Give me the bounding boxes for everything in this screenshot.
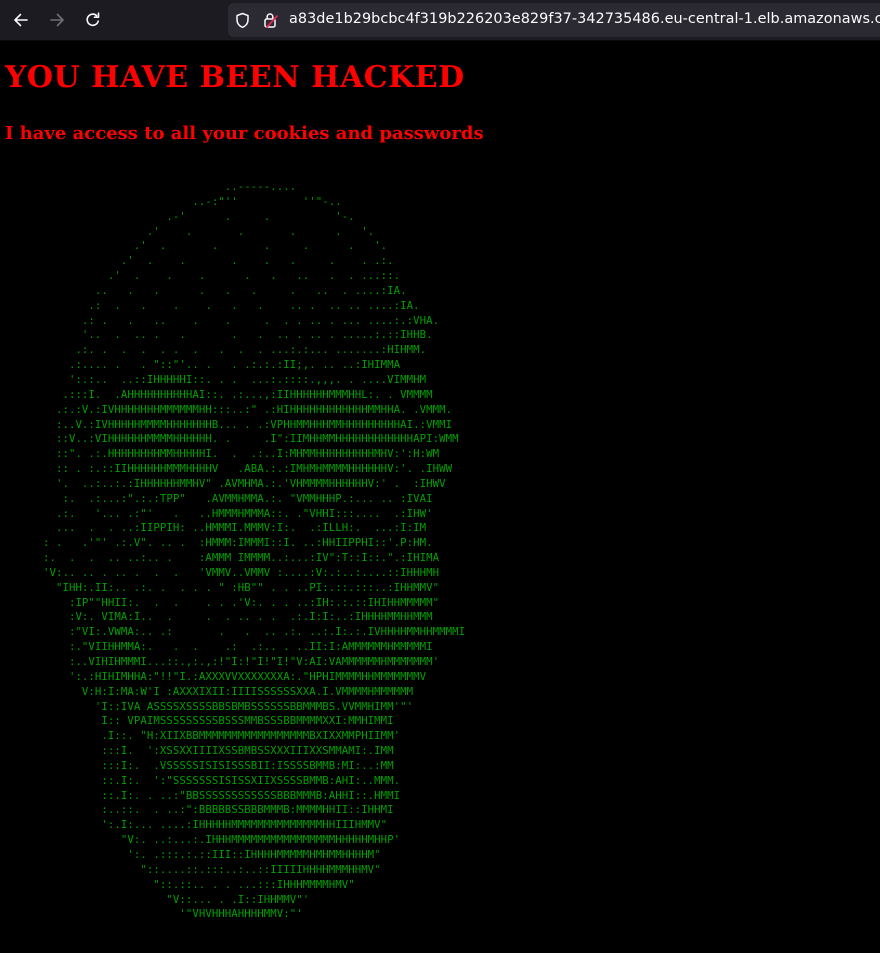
back-button[interactable] xyxy=(9,8,33,32)
reload-icon xyxy=(86,12,100,27)
reload-button[interactable] xyxy=(81,8,105,32)
shield-icon[interactable] xyxy=(234,12,251,29)
browser-toolbar: a83de1b29bcbc4f319b226203e829f37-3427354… xyxy=(0,0,880,41)
lock-warning-icon[interactable] xyxy=(262,11,280,29)
arrow-left-icon xyxy=(14,13,28,27)
forward-button[interactable] xyxy=(45,8,69,32)
arrow-right-icon xyxy=(50,13,64,27)
page-subtitle: I have access to all your cookies and pa… xyxy=(5,123,484,144)
address-bar[interactable]: a83de1b29bcbc4f319b226203e829f37-3427354… xyxy=(228,3,880,37)
page-title: YOU HAVE BEEN HACKED xyxy=(5,60,465,95)
url-text[interactable]: a83de1b29bcbc4f319b226203e829f37-3427354… xyxy=(289,11,880,27)
page-content: YOU HAVE BEEN HACKED I have access to al… xyxy=(0,40,880,953)
ascii-art-skull: ..-----.... ..-:"'' ''"-.. .-' . . '-. .… xyxy=(42,180,466,921)
